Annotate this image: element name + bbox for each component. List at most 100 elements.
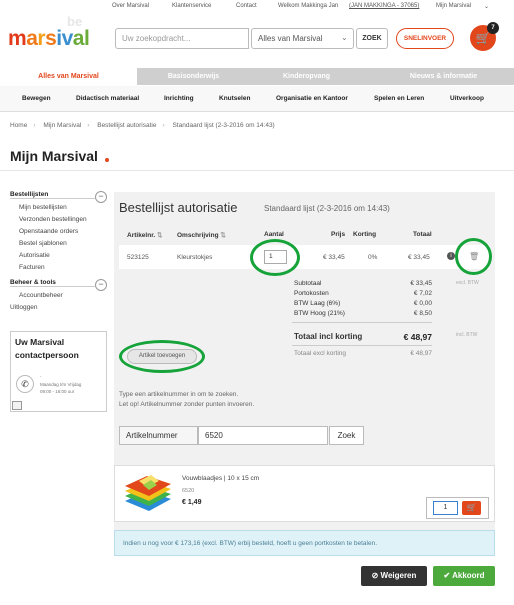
category-knutselen[interactable]: Knutselen	[219, 95, 250, 102]
breadcrumb-home[interactable]: Home	[10, 122, 27, 129]
link-contact[interactable]: Contact	[236, 3, 257, 9]
sidebar-group-beheer[interactable]: Beheer & tools	[10, 279, 56, 286]
article-search-button[interactable]: Zoek	[329, 426, 364, 445]
link-klantenservice[interactable]: Klantenservice	[172, 3, 211, 9]
shipping-notice: Indien u nog voor € 173,16 (excl. BTW) e…	[114, 530, 495, 556]
welcome-text: Welkom Makkinga Jan	[278, 3, 339, 9]
column-omschrijving[interactable]: Omschrijving ⇅	[177, 231, 226, 239]
link-over-marsival[interactable]: Over Marsival	[112, 3, 149, 9]
tab-basisonderwijs[interactable]: Basisonderwijs	[137, 68, 250, 85]
logo[interactable]: marsival	[8, 27, 90, 51]
total-excl-label: Totaal excl korting	[294, 350, 347, 357]
chevron-down-icon: ⌄	[341, 33, 348, 42]
sidebar-item-autorisatie[interactable]: Autorisatie	[19, 252, 50, 259]
phone-icon: ✆	[16, 375, 34, 393]
sidebar-item-accountbeheer[interactable]: Accountbeheer	[19, 292, 63, 299]
search-button[interactable]: ZOEK	[356, 28, 388, 49]
hint-text: Let op! Artikelnummer zonder punten invo…	[119, 401, 255, 408]
row-omschrijving: Kleurstokjes	[177, 254, 213, 261]
row-artikelnr: 523125	[127, 254, 149, 261]
category-organisatie[interactable]: Organisatie en Kantoor	[276, 95, 348, 102]
chevron-down-icon[interactable]: ⌄	[484, 3, 489, 10]
summary-label: BTW Hoog (21%)	[294, 310, 345, 317]
sidebar-item-mijn-bestellijsten[interactable]: Mijn bestellijsten	[19, 204, 67, 211]
highlight-circle	[250, 239, 300, 276]
article-number-input[interactable]: 6520	[198, 426, 328, 445]
summary-label: Subtotaal	[294, 280, 322, 287]
tab-nieuws-informatie[interactable]: Nieuws & informatie	[373, 68, 514, 85]
contact-title: Uw Marsival contactpersoon	[15, 337, 79, 360]
category-nav: Bewegen Didactisch materiaal Inrichting …	[0, 86, 514, 112]
row-totaal: € 33,45	[408, 254, 430, 261]
total-value: € 48,97	[403, 332, 432, 342]
quick-order-button[interactable]: SNELINVOER	[396, 28, 454, 49]
collapse-icon[interactable]: −	[95, 191, 107, 203]
breadcrumb: Home › Mijn Marsival › Bestellijst autoris…	[10, 122, 275, 129]
breadcrumb-autorisatie[interactable]: Bestellijst autorisatie	[97, 122, 156, 129]
title-dot	[105, 158, 109, 162]
account-menu[interactable]: Mijn Marsival	[436, 3, 471, 9]
highlight-circle	[455, 238, 492, 275]
sidebar-item-facturen[interactable]: Facturen	[19, 264, 45, 271]
collapse-icon[interactable]: −	[95, 279, 107, 291]
product-image[interactable]	[121, 471, 175, 517]
reject-button[interactable]: ⊘ Weigeren	[361, 566, 427, 586]
cart-icon: 🛒	[466, 503, 477, 512]
sidebar-item-verzonden[interactable]: Verzonden bestellingen	[19, 216, 87, 223]
breadcrumb-current: Standaard lijst (2-3-2016 om 14:43)	[172, 122, 275, 129]
tab-kinderopvang[interactable]: Kinderopvang	[250, 68, 363, 85]
search-scope-select[interactable]: Alles van Marsival	[251, 28, 354, 49]
category-spelen[interactable]: Spelen en Leren	[374, 95, 424, 102]
total-note: incl. BTW	[456, 332, 478, 338]
column-artikelnr[interactable]: Artikelnr. ⇅	[127, 231, 162, 239]
page-title: Mijn Marsival	[10, 148, 98, 164]
category-uitverkoop[interactable]: Uitverkoop	[450, 95, 484, 102]
category-didactisch[interactable]: Didactisch materiaal	[76, 95, 139, 102]
sidebar-item-sjablonen[interactable]: Bestel sjablonen	[19, 240, 67, 247]
cart-icon: 🛒	[475, 31, 491, 45]
summary-value: € 0,00	[413, 300, 432, 307]
category-inrichting[interactable]: Inrichting	[164, 95, 194, 102]
row-korting: 0%	[368, 254, 378, 261]
summary-label: Portokosten	[294, 290, 329, 297]
cancel-icon: ⊘	[371, 571, 381, 580]
product-name[interactable]: Vouwblaadjes | 10 x 15 cm	[182, 475, 259, 482]
utility-bar: Over Marsival Klantenservice Contact Wel…	[0, 3, 514, 13]
sidebar-group-bestellijsten[interactable]: Bestellijsten	[10, 191, 48, 198]
tab-alles-van-marsival[interactable]: Alles van Marsival	[0, 68, 137, 85]
product-price: € 1,49	[182, 499, 202, 506]
summary-value: € 7,02	[413, 290, 432, 297]
product-quantity-input[interactable]: 1	[433, 501, 458, 515]
cart-count-badge: 7	[487, 22, 499, 34]
hint-text: Type een artikelnummer in om te zoeken.	[119, 391, 239, 398]
row-prijs: € 33,45	[323, 254, 345, 261]
contact-days: Maandag t/m Vrijdag	[40, 382, 82, 387]
article-number-label: Artikelnummer	[119, 426, 198, 445]
breadcrumb-mijn-marsival[interactable]: Mijn Marsival	[43, 122, 81, 129]
column-korting: Korting	[353, 231, 377, 238]
main-tabs: Alles van Marsival Basisonderwijs Kinder…	[0, 68, 514, 85]
info-icon[interactable]: i	[447, 252, 455, 260]
accept-button[interactable]: ✔ Akkoord	[433, 566, 495, 586]
contact-name: -	[40, 374, 42, 379]
search-input[interactable]: Uw zoekopdracht...	[115, 28, 249, 49]
column-aantal: Aantal	[264, 231, 284, 238]
column-totaal: Totaal	[413, 231, 432, 238]
broken-image-icon	[12, 401, 22, 410]
add-to-cart-button[interactable]: 🛒	[462, 501, 481, 515]
sort-icon: ⇅	[220, 232, 226, 239]
check-icon: ✔	[443, 571, 453, 580]
welcome-account: (JAN MAKKINGA - 37065)	[349, 3, 420, 9]
contact-time: 09:00 - 16:00 uur	[40, 389, 75, 394]
sort-icon: ⇅	[157, 232, 163, 239]
sidebar-item-uitloggen[interactable]: Uitloggen	[10, 304, 37, 311]
total-label: Totaal incl korting	[294, 332, 363, 341]
table-row	[119, 245, 490, 269]
sidebar-item-openstaande[interactable]: Openstaande orders	[19, 228, 78, 235]
column-prijs: Prijs	[331, 231, 346, 238]
summary-value: € 33,45	[410, 280, 432, 287]
panel-title: Bestellijst autorisatie	[119, 200, 238, 215]
total-excl-value: € 48,97	[410, 350, 432, 357]
category-bewegen[interactable]: Bewegen	[22, 95, 51, 102]
summary-note: excl. BTW	[456, 280, 479, 286]
